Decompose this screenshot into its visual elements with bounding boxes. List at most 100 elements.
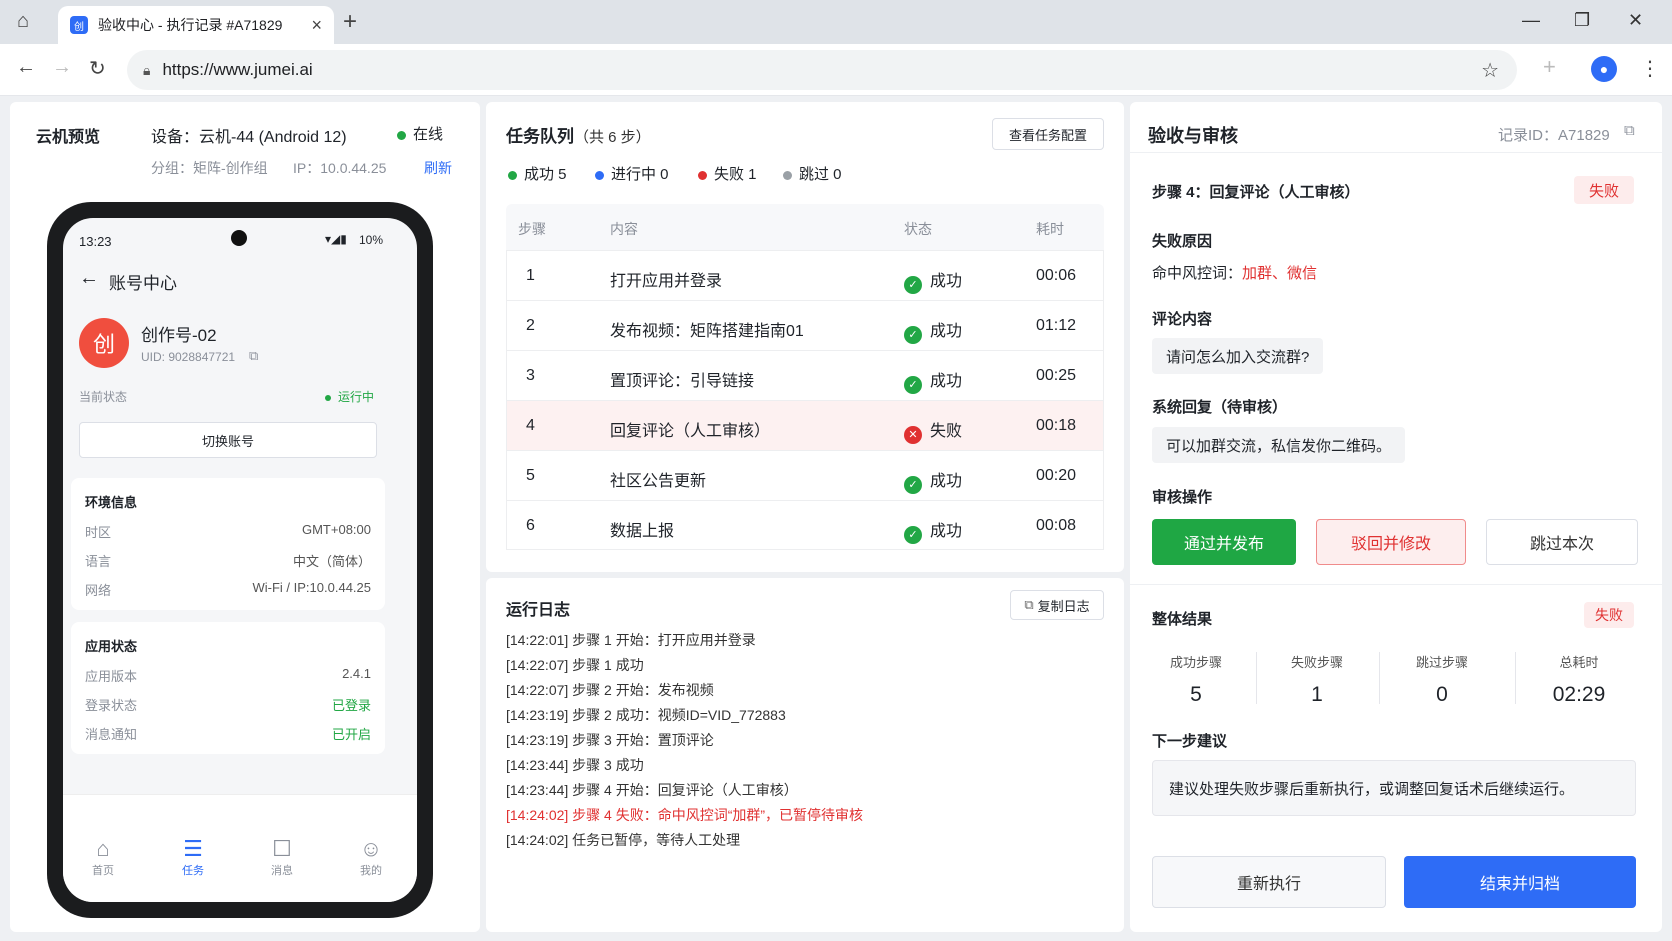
- forward-icon[interactable]: →: [52, 56, 72, 79]
- action-title: 审核操作: [1152, 489, 1213, 506]
- success-check-icon: ✓: [904, 276, 922, 294]
- profile-icon[interactable]: ●: [1591, 56, 1617, 82]
- camera-icon: [231, 230, 247, 246]
- table-row[interactable]: 5 社区公告更新 ✓ 成功 00:20: [506, 450, 1104, 500]
- stat-failed: 失败步骤 1: [1290, 655, 1343, 706]
- summary-running: 进行中 0: [595, 163, 669, 184]
- overall-status-badge: 失败: [1584, 602, 1634, 628]
- row-step: 2: [526, 317, 535, 334]
- env-row: 时区 GMT+08:00: [85, 522, 371, 540]
- phone-header: 账号中心: [109, 274, 177, 293]
- phone-back-icon[interactable]: ←: [79, 267, 99, 290]
- row-content: 数据上报: [610, 523, 675, 540]
- log-line: [14:22:01] 步骤 1 开始：打开应用并登录: [506, 632, 756, 648]
- table-row[interactable]: 4 回复评论（人工审核） ✕ 失败 00:18: [506, 400, 1104, 450]
- reply-bubble: 可以加群交流，私信发你二维码。: [1152, 427, 1406, 463]
- row-status: ✓ 成功: [904, 317, 962, 344]
- summary-success: 成功 5: [508, 163, 567, 184]
- row-step: 4: [526, 417, 535, 434]
- row-content: 打开应用并登录: [610, 273, 723, 290]
- log-line: [14:22:07] 步骤 2 开始：发布视频: [506, 682, 714, 698]
- home-nav-icon: ⌂: [96, 836, 110, 861]
- skipped-dot-icon: [783, 170, 792, 180]
- stat-divider: [1515, 652, 1516, 704]
- profile-nav-icon: ☺: [359, 836, 383, 861]
- bookmark-star-icon[interactable]: ☆: [1481, 58, 1499, 83]
- url-field[interactable]: 🔒︎ https://www.jumei.ai ☆: [127, 50, 1517, 90]
- step-title: 步骤 4：回复评论（人工审核）: [1152, 184, 1360, 201]
- row-time: 01:12: [1036, 317, 1077, 334]
- row-time: 00:06: [1036, 267, 1077, 284]
- tab-title: 验收中心 - 执行记录 #A71829: [98, 17, 283, 33]
- address-bar: ← → ↻ 🔒︎ https://www.jumei.ai ☆: [0, 44, 1672, 96]
- row-status: ✓ 成功: [904, 467, 962, 494]
- row-content: 回复评论（人工审核）: [610, 423, 771, 440]
- log-line: [14:23:19] 步骤 3 开始：置顶评论: [506, 732, 714, 748]
- next-suggestion: 建议处理失败步骤后重新执行，或调整回复话术后继续运行。: [1152, 760, 1636, 816]
- running-dot-icon: [325, 394, 331, 401]
- close-icon[interactable]: ×: [311, 15, 322, 36]
- stat-divider: [1256, 652, 1257, 704]
- skip-button[interactable]: 跳过本次: [1486, 519, 1638, 565]
- table-row[interactable]: 6 数据上报 ✓ 成功 00:08: [506, 500, 1104, 550]
- refresh-link[interactable]: 刷新: [424, 158, 452, 178]
- copy-record-icon[interactable]: ⧉: [1624, 122, 1635, 139]
- browser-tab[interactable]: 创 验收中心 - 执行记录 #A71829 ×: [58, 6, 334, 44]
- step-status-badge: 失败: [1574, 176, 1634, 204]
- row-content: 发布视频：矩阵搭建指南01: [610, 323, 804, 340]
- copy-icon: ⧉: [1024, 597, 1034, 612]
- online-status: 在线: [397, 123, 443, 144]
- window-close-icon[interactable]: ✕: [1628, 10, 1643, 31]
- stat-skipped: 跳过步骤 0: [1415, 655, 1468, 706]
- new-tab-icon[interactable]: +: [343, 8, 357, 36]
- approve-button[interactable]: 通过并发布: [1152, 519, 1296, 565]
- url-text: https://www.jumei.ai: [162, 60, 313, 79]
- nav-home[interactable]: ⌂ 首页: [78, 836, 128, 878]
- success-check-icon: ✓: [904, 476, 922, 494]
- divider: [1130, 584, 1662, 585]
- back-icon[interactable]: ←: [16, 56, 36, 79]
- restore-icon[interactable]: ❐: [1574, 10, 1590, 31]
- row-step: 5: [526, 467, 535, 484]
- success-check-icon: ✓: [904, 526, 922, 544]
- account-name: 创作号-02: [141, 326, 217, 345]
- menu-dots-icon[interactable]: ⋮: [1640, 56, 1660, 81]
- nav-profile[interactable]: ☺ 我的: [346, 836, 396, 878]
- reload-icon[interactable]: ↻: [89, 56, 106, 81]
- comment-bubble: 请问怎么加入交流群?: [1152, 338, 1324, 374]
- row-step: 1: [526, 267, 535, 284]
- finish-archive-button[interactable]: 结束并归档: [1404, 856, 1636, 908]
- stat-total-time: 总耗时 02:29: [1552, 655, 1606, 706]
- extension-icon[interactable]: +: [1543, 54, 1556, 80]
- table-row[interactable]: 3 置顶评论：引导链接 ✓ 成功 00:25: [506, 350, 1104, 400]
- device-ip: IP：10.0.44.25: [293, 160, 387, 176]
- table-row[interactable]: 1 打开应用并登录 ✓ 成功 00:06: [506, 250, 1104, 300]
- device-group: 分组：矩阵-创作组: [151, 160, 268, 176]
- copy-uid-icon[interactable]: ⧉: [249, 348, 258, 364]
- browser-tab-bar: ⌂ 创 验收中心 - 执行记录 #A71829 × + — ❐ ✕: [0, 0, 1672, 44]
- queue-title: 任务队列: [506, 127, 574, 146]
- reject-button[interactable]: 驳回并修改: [1316, 519, 1466, 565]
- nav-message[interactable]: ☐ 消息: [257, 836, 307, 878]
- table-row[interactable]: 2 发布视频：矩阵搭建指南01 ✓ 成功 01:12: [506, 300, 1104, 350]
- env-title: 环境信息: [85, 495, 138, 510]
- fail-reason: 命中风控词：加群、微信: [1152, 265, 1318, 282]
- site-info-icon[interactable]: 🔒︎: [143, 62, 150, 79]
- minimize-icon[interactable]: —: [1522, 10, 1540, 31]
- row-step: 3: [526, 367, 535, 384]
- view-config-button[interactable]: 查看任务配置: [992, 118, 1104, 150]
- home-icon[interactable]: ⌂: [17, 10, 29, 33]
- nav-task[interactable]: ☰ 任务: [168, 836, 218, 878]
- row-status: ✕ 失败: [904, 417, 962, 444]
- row-time: 00:08: [1036, 517, 1077, 534]
- row-status: ✓ 成功: [904, 367, 962, 394]
- copy-log-button[interactable]: ⧉ 复制日志: [1010, 590, 1104, 620]
- success-check-icon: ✓: [904, 376, 922, 394]
- switch-account-button[interactable]: 切换账号: [79, 422, 377, 458]
- stat-success: 成功步骤 5: [1169, 655, 1222, 706]
- rerun-button[interactable]: 重新执行: [1152, 856, 1386, 908]
- row-time: 00:18: [1036, 417, 1077, 434]
- next-title: 下一步建议: [1152, 733, 1228, 750]
- row-content: 社区公告更新: [610, 473, 707, 490]
- summary-failed: 失败 1: [698, 163, 757, 184]
